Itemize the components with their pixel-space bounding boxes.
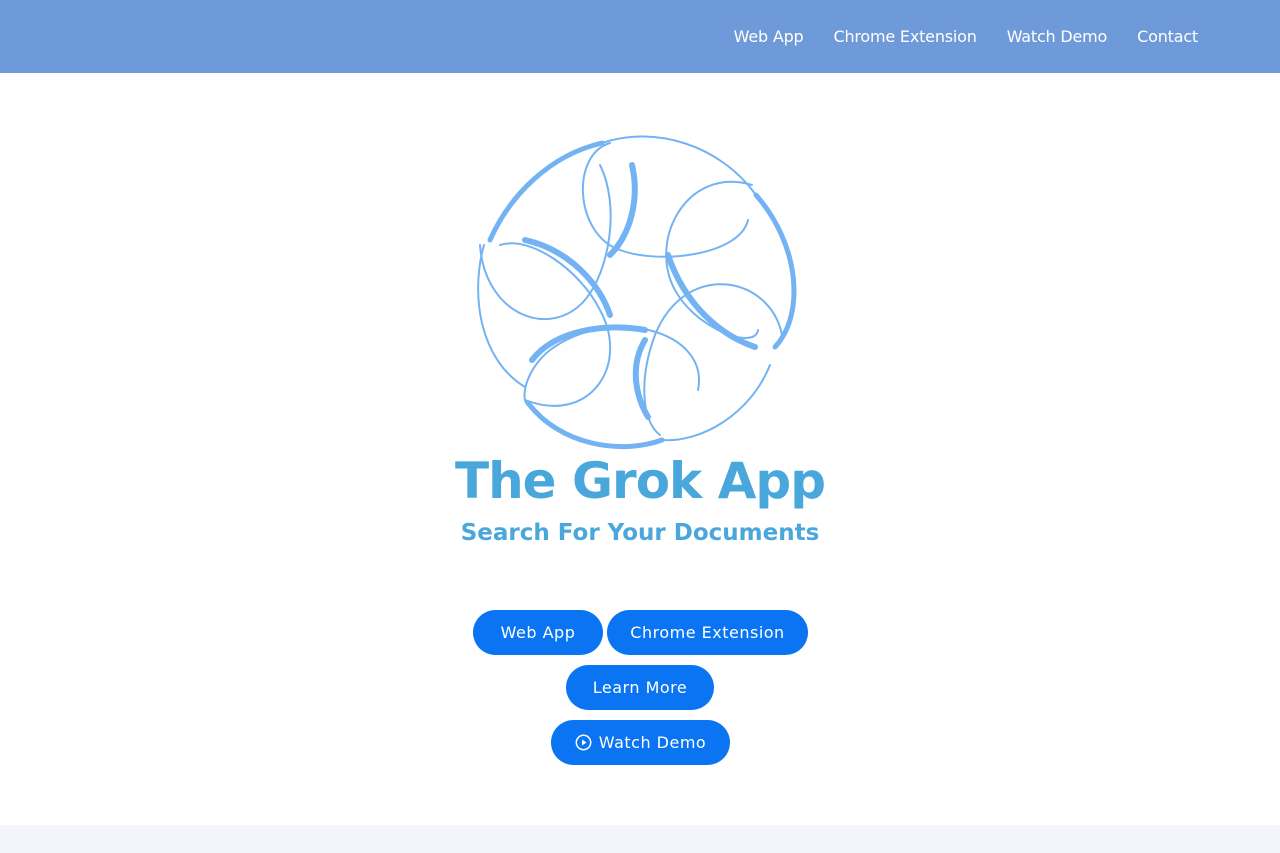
swirl-circle-logo (477, 135, 797, 450)
top-header: Web App Chrome Extension Watch Demo Cont… (0, 0, 1280, 73)
app-title: The Grok App (454, 452, 826, 510)
nav-link-web-app[interactable]: Web App (734, 27, 804, 46)
footer-band (0, 825, 1280, 853)
watch-demo-button[interactable]: Watch Demo (551, 720, 730, 765)
play-circle-icon (575, 734, 592, 751)
nav-link-contact[interactable]: Contact (1137, 27, 1198, 46)
nav-link-chrome-extension[interactable]: Chrome Extension (833, 27, 976, 46)
watch-demo-button-label: Watch Demo (598, 733, 707, 752)
web-app-button-label: Web App (500, 623, 576, 642)
main-nav: Web App Chrome Extension Watch Demo Cont… (704, 0, 1199, 73)
learn-more-button[interactable]: Learn More (566, 665, 714, 710)
chrome-extension-button[interactable]: Chrome Extension (607, 610, 808, 655)
app-subtitle: Search For Your Documents (460, 520, 820, 546)
nav-link-watch-demo[interactable]: Watch Demo (1007, 27, 1108, 46)
chrome-extension-button-label: Chrome Extension (630, 623, 785, 642)
learn-more-button-label: Learn More (592, 678, 688, 697)
web-app-button[interactable]: Web App (473, 610, 603, 655)
